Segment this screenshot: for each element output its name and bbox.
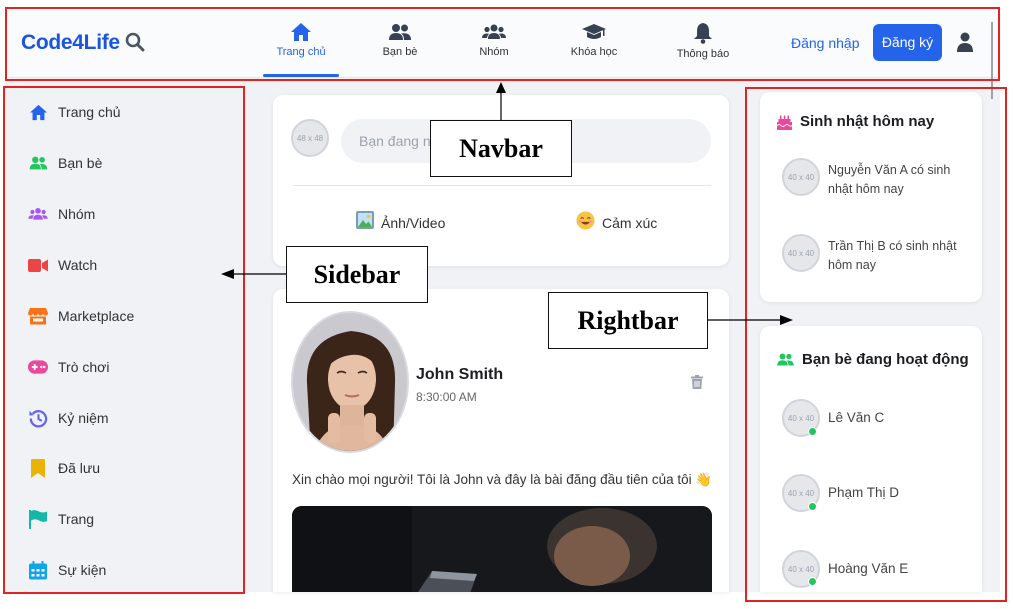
post-author[interactable]: John Smith (416, 366, 503, 384)
photo-icon (356, 211, 374, 234)
avatar[interactable]: 48 x 48 (291, 119, 329, 157)
rightbar-callout: Rightbar (548, 292, 708, 349)
photo-video-button[interactable]: Ảnh/Video (356, 211, 445, 234)
navbar-annotation-frame (5, 7, 1000, 81)
post-time: 8:30:00 AM (416, 390, 477, 404)
feeling-label: Cảm xúc (602, 215, 658, 231)
sidebar-callout: Sidebar (286, 246, 428, 303)
feeling-button[interactable]: Cảm xúc (576, 211, 657, 235)
post-image[interactable] (292, 506, 712, 592)
post-text: Xin chào mọi người! Tôi là John và đây l… (292, 472, 713, 487)
rightbar-annotation-frame (745, 87, 1007, 602)
navbar-callout: Navbar (430, 120, 572, 177)
photo-video-label: Ảnh/Video (381, 214, 446, 231)
author-photo[interactable] (291, 311, 409, 453)
trash-icon[interactable] (691, 375, 703, 389)
sidebar-annotation-frame (3, 86, 245, 594)
smile-icon (576, 211, 595, 235)
divider (293, 185, 711, 186)
